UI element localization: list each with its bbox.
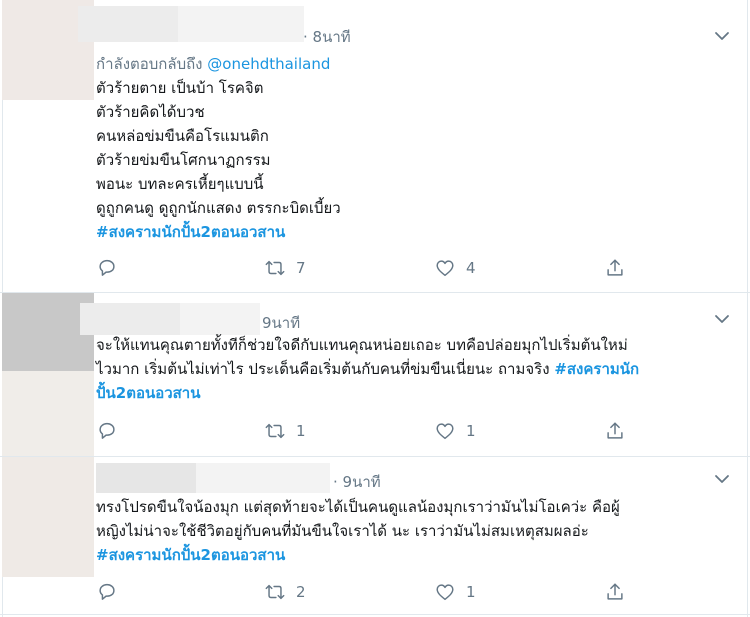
hashtag-link[interactable]: #สงครามนักปั้น2ตอนอวสาน (96, 220, 285, 244)
retweet-count: 1 (296, 422, 306, 440)
like-count: 1 (466, 422, 476, 440)
avatar-redacted-lower (2, 371, 94, 456)
handle-redacted[interactable] (178, 6, 304, 42)
reply-icon (99, 259, 115, 276)
like-count: 1 (466, 583, 476, 601)
retweet-button[interactable]: 1 (264, 419, 306, 443)
hashtag-link[interactable]: #สงครามนักปั้น2ตอนอวสาน (96, 543, 285, 567)
share-icon (607, 422, 623, 439)
share-button[interactable] (604, 580, 626, 604)
tweet-2[interactable]: 9นาที จะให้แทนคุณตายทั้งทีก็ช่วยใจดีกับแ… (0, 293, 750, 456)
like-icon (436, 584, 454, 601)
retweet-button[interactable]: 2 (264, 580, 306, 604)
retweet-icon (265, 260, 285, 276)
retweet-button[interactable]: 7 (264, 256, 306, 280)
like-count: 4 (466, 259, 476, 277)
tweet-3[interactable]: · 9นาที ทรงโปรดขืนใจน้องมุก แต่สุดท้ายจะ… (0, 457, 750, 617)
feed-bottom-border (0, 614, 750, 615)
replying-handle-link[interactable]: @onehdthailand (207, 55, 330, 73)
tweet-text: ทรงโปรดขืนใจน้องมุก แต่สุดท้ายจะได้เป็นค… (96, 498, 620, 540)
reply-button[interactable] (96, 419, 118, 443)
retweet-icon (265, 584, 285, 600)
reply-button[interactable] (96, 580, 118, 604)
retweet-count: 7 (296, 259, 306, 277)
tweet-text: ตัวร้ายตาย เป็นบ้า โรคจิต ตัวร้ายคิดได้บ… (96, 79, 341, 217)
username-redacted[interactable] (80, 303, 180, 335)
like-button[interactable]: 1 (434, 419, 476, 443)
share-icon (607, 259, 623, 276)
like-icon (436, 260, 454, 277)
replying-prefix: กำลังตอบกลับถึง (96, 55, 203, 73)
like-icon (436, 423, 454, 440)
like-button[interactable]: 4 (434, 256, 476, 280)
tweet-actions: 7 4 (96, 256, 636, 286)
retweet-count: 2 (296, 583, 306, 601)
tweet-text: จะให้แทนคุณตายทั้งทีก็ช่วยใจดีกับแทนคุณห… (96, 333, 746, 381)
tweet-1[interactable]: · 8นาที กำลังตอบกลับถึง @onehdthailand ต… (0, 0, 750, 292)
tweet-timestamp[interactable]: 9นาที (262, 311, 300, 335)
share-button[interactable] (604, 419, 626, 443)
avatar-redacted[interactable] (2, 457, 94, 577)
share-icon (607, 583, 623, 600)
tweet-actions: 1 1 (96, 419, 636, 449)
hashtag-link-continued[interactable]: ปั้น2ตอนอวสาน (96, 381, 200, 405)
retweet-icon (265, 423, 285, 439)
chevron-down-icon[interactable] (710, 307, 734, 331)
handle-redacted[interactable] (196, 463, 330, 493)
username-redacted[interactable] (78, 6, 178, 42)
hashtag-link[interactable]: #สงครามนัก (554, 360, 639, 378)
reply-icon (99, 422, 115, 439)
reply-button[interactable] (96, 256, 118, 280)
like-button[interactable]: 1 (434, 580, 476, 604)
tweet-timestamp[interactable]: · 9นาที (333, 470, 381, 494)
chevron-down-icon[interactable] (710, 24, 734, 48)
reply-icon (99, 583, 115, 600)
tweet-text-main: จะให้แทนคุณตายทั้งทีก็ช่วยใจดีกับแทนคุณห… (96, 336, 628, 378)
chevron-down-icon[interactable] (710, 467, 734, 491)
share-button[interactable] (604, 256, 626, 280)
username-redacted[interactable] (96, 463, 196, 493)
handle-redacted[interactable] (180, 303, 260, 335)
replying-to: กำลังตอบกลับถึง @onehdthailand (96, 52, 330, 76)
tweet-timestamp[interactable]: · 8นาที (303, 25, 351, 49)
tweet-actions: 2 1 (96, 580, 636, 610)
